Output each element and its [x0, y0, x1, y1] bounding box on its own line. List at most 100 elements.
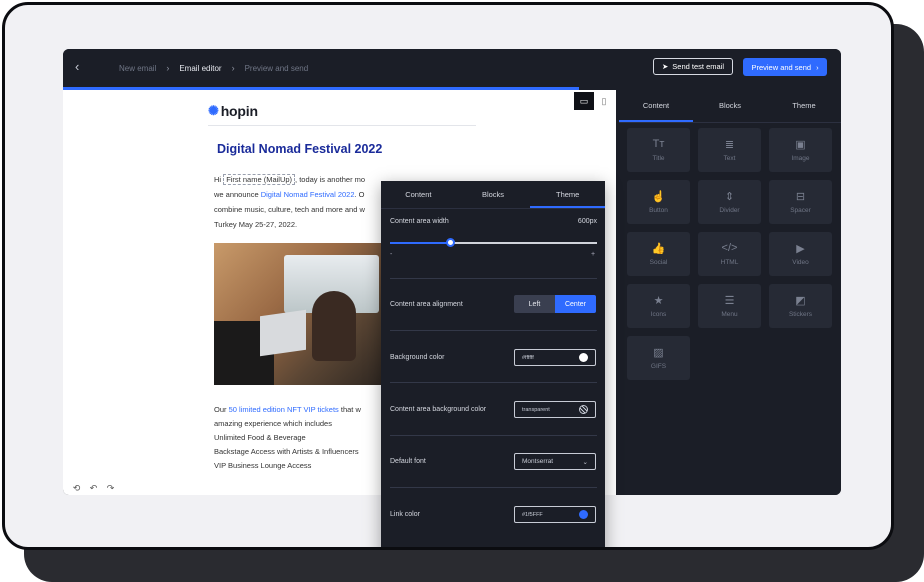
title-icon: Tт: [652, 138, 665, 150]
festival-link[interactable]: Digital Nomad Festival 2022: [261, 190, 355, 199]
body-text: VIP Business Lounge Access: [214, 461, 312, 470]
email-headline[interactable]: Digital Nomad Festival 2022: [217, 142, 382, 156]
slider-min-label: -: [390, 251, 393, 258]
block-tile-social[interactable]: 👍 Social: [627, 232, 690, 276]
block-tile-text[interactable]: ≣ Text: [698, 128, 761, 172]
block-tile-label: Social: [649, 259, 668, 266]
body-text: Unlimited Food & Beverage: [214, 433, 306, 442]
tab-content[interactable]: Content: [619, 90, 693, 122]
block-tile-label: Video: [792, 259, 809, 266]
transparent-swatch-icon[interactable]: [579, 405, 588, 414]
alignment-toggle: Left Center: [514, 295, 596, 313]
divider: [390, 382, 597, 383]
tab-theme[interactable]: Theme: [767, 90, 841, 122]
content-bg-color-field[interactable]: transparent: [514, 401, 596, 418]
menu-icon: ☰: [724, 294, 735, 307]
block-tile-stickers[interactable]: ◩ Stickers: [769, 284, 832, 328]
slider-fill: [390, 242, 451, 244]
blocks-sidebar: Content Blocks Theme Tт Title ≣ Text ▣ Image ☝…: [619, 90, 841, 495]
divider: [390, 278, 597, 279]
block-tile-label: Icons: [650, 311, 667, 318]
undo-icon[interactable]: ↶: [88, 483, 99, 494]
nft-tickets-link[interactable]: 50 limited edition NFT VIP tickets: [229, 405, 339, 414]
body-paragraph[interactable]: Our 50 limited edition NFT VIP tickets t…: [214, 403, 384, 473]
block-tile-label: GIFS: [650, 363, 667, 370]
preview-and-send-label: Preview and send: [751, 62, 812, 72]
background-color-field[interactable]: #ffffff: [514, 349, 596, 366]
merge-tag-first-name[interactable]: First name (MailUp): [223, 174, 296, 185]
chevron-right-icon: ›: [231, 63, 235, 73]
breadcrumb-email-editor[interactable]: Email editor: [179, 64, 221, 73]
block-tile-icons[interactable]: ★ Icons: [627, 284, 690, 328]
block-tile-image[interactable]: ▣ Image: [769, 128, 832, 172]
sticker-icon: ◩: [795, 294, 806, 307]
panel-tab-blocks[interactable]: Blocks: [456, 181, 531, 208]
theme-settings-panel: Content Blocks Theme Content area width …: [381, 181, 606, 547]
preview-and-send-button[interactable]: Preview and send ›: [743, 58, 827, 76]
star-icon: ★: [653, 294, 664, 307]
body-text: amazing experience which includes: [214, 419, 332, 428]
html-icon: </>: [721, 242, 738, 254]
social-icon: 👍: [651, 242, 666, 255]
send-test-email-button[interactable]: ➤ Send test email: [653, 58, 733, 75]
breadcrumb-new-email[interactable]: New email: [119, 64, 156, 73]
content-bg-color-value: transparent: [522, 406, 550, 413]
block-tile-gifs[interactable]: ▨ GIFS: [627, 336, 690, 380]
block-tile-label: Divider: [719, 207, 740, 214]
send-test-email-label: Send test email: [672, 62, 724, 71]
desktop-view-icon[interactable]: ▭: [574, 92, 594, 110]
body-text: that w: [338, 405, 361, 414]
block-tile-label: Button: [649, 207, 668, 214]
block-tile-video[interactable]: ▶ Video: [769, 232, 832, 276]
screenshot-card: ‹ New email › Email editor › Preview and…: [2, 2, 894, 550]
block-tile-label: Image: [791, 155, 810, 162]
block-tile-button[interactable]: ☝ Button: [627, 180, 690, 224]
mobile-view-icon[interactable]: ▯: [594, 92, 614, 110]
intro-paragraph[interactable]: Hi First name (MailUp), today is another…: [214, 172, 394, 232]
link-color-field[interactable]: #1f5FFF: [514, 506, 596, 523]
align-center-button[interactable]: Center: [555, 295, 596, 313]
photo-laptop: [260, 309, 306, 357]
history-toolbar: ⟲ ↶ ↷: [71, 483, 116, 494]
intro-text: combine music, culture, tech and more an…: [214, 205, 365, 214]
history-icon[interactable]: ⟲: [71, 483, 82, 494]
slider-knob[interactable]: [446, 238, 456, 247]
logo-text: hopin: [220, 103, 258, 119]
intro-text: , today is another mo: [295, 175, 366, 184]
slider-max-label: +: [591, 251, 596, 258]
paper-plane-icon: ➤: [662, 62, 669, 71]
color-swatch[interactable]: [579, 510, 588, 519]
default-font-select[interactable]: Montserrat ⌄: [514, 453, 596, 470]
block-tile-html[interactable]: </> HTML: [698, 232, 761, 276]
hero-image[interactable]: [214, 243, 386, 385]
block-tile-title[interactable]: Tт Title: [627, 128, 690, 172]
intro-text: . O: [354, 190, 365, 199]
panel-tabs: Content Blocks Theme: [381, 181, 606, 209]
top-bar: ‹ New email › Email editor › Preview and…: [63, 49, 841, 87]
block-tile-label: HTML: [720, 259, 739, 266]
chevron-right-icon: ›: [166, 63, 170, 73]
content-width-slider[interactable]: [390, 238, 597, 247]
gif-icon: ▨: [653, 346, 664, 359]
breadcrumb-preview-and-send[interactable]: Preview and send: [245, 64, 309, 73]
panel-tab-theme[interactable]: Theme: [530, 181, 606, 208]
tab-blocks[interactable]: Blocks: [693, 90, 767, 122]
chevron-down-icon: ⌄: [582, 458, 588, 466]
block-tile-menu[interactable]: ☰ Menu: [698, 284, 761, 328]
back-chevron-icon[interactable]: ‹: [75, 59, 79, 74]
video-icon: ▶: [796, 242, 805, 255]
redo-icon[interactable]: ↷: [105, 483, 116, 494]
content-block-grid: Tт Title ≣ Text ▣ Image ☝ Button ⇕ Divider ⊟ Spacer…: [627, 128, 832, 380]
panel-tab-content[interactable]: Content: [381, 181, 456, 208]
breadcrumb: New email › Email editor › Preview and s…: [119, 63, 308, 73]
block-tile-label: Menu: [721, 311, 738, 318]
intro-greeting: Hi: [214, 175, 222, 184]
default-font-value: Montserrat: [522, 458, 554, 465]
block-tile-label: Text: [723, 155, 736, 162]
body-text: Backstage Access with Artists & Influenc…: [214, 447, 359, 456]
align-left-button[interactable]: Left: [514, 295, 555, 313]
block-tile-spacer[interactable]: ⊟ Spacer: [769, 180, 832, 224]
block-tile-divider[interactable]: ⇕ Divider: [698, 180, 761, 224]
divider: [208, 125, 476, 126]
color-swatch[interactable]: [579, 353, 588, 362]
